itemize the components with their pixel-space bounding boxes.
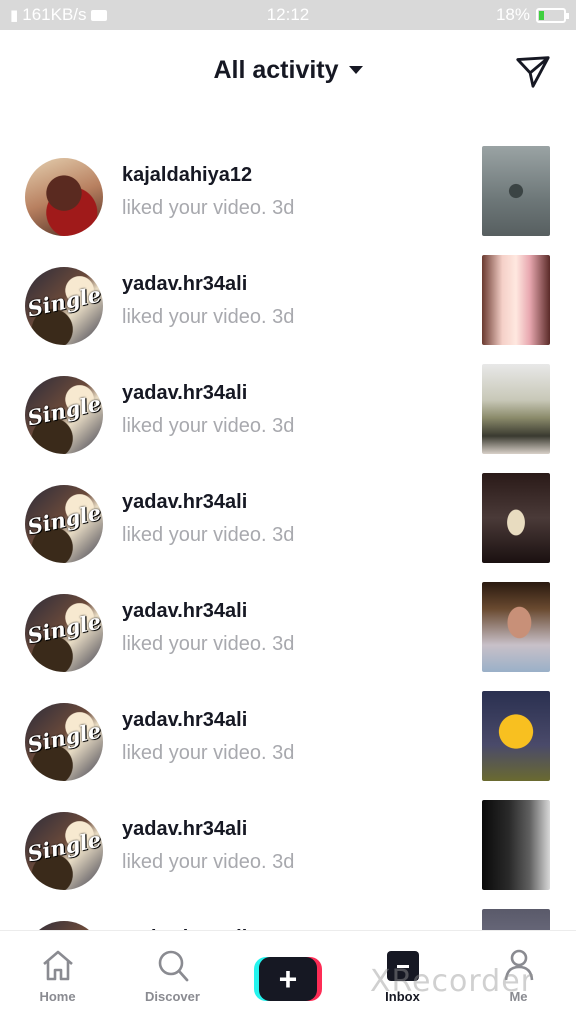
username[interactable]: yadav.hr34ali <box>122 382 247 405</box>
username[interactable]: yadav.hr34ali <box>122 600 247 623</box>
battery-icon <box>536 7 569 23</box>
chevron-down-icon <box>348 66 363 74</box>
video-thumbnail[interactable] <box>482 909 550 930</box>
video-thumbnail[interactable] <box>482 364 550 454</box>
avatar[interactable]: Single <box>25 376 103 454</box>
video-thumbnail[interactable] <box>482 582 550 672</box>
notification-row[interactable] <box>0 110 576 122</box>
inbox-header: All activity <box>0 30 576 110</box>
battery-percent: 18% <box>495 5 530 24</box>
notification-row[interactable]: Single yadav.hr34ali liked your video. 3d <box>0 473 576 582</box>
activity-text: liked your video. 3d <box>122 197 294 220</box>
signal-icon: ▮ <box>10 7 19 24</box>
notification-row[interactable]: Single yadav.hr34ali liked your video. 3d <box>0 800 576 909</box>
recorder-watermark: XRecorder <box>370 964 534 999</box>
activity-text: liked your video. 3d <box>122 851 294 874</box>
activity-action: liked your video. <box>122 524 267 546</box>
video-thumbnail[interactable] <box>482 691 550 781</box>
notification-row[interactable]: kajaldahiya12 liked your video. 3d <box>0 146 576 255</box>
avatar[interactable]: Single <box>25 485 103 563</box>
avatar-text: Single <box>25 608 103 649</box>
create-button[interactable]: + <box>254 957 322 1001</box>
activity-action: liked your video. <box>122 742 267 764</box>
username[interactable]: kajaldahiya12 <box>122 164 252 187</box>
avatar-text: Single <box>25 499 103 540</box>
avatar-text: Single <box>25 717 103 758</box>
activity-age: 3d <box>272 306 295 328</box>
video-thumbnail[interactable] <box>482 473 550 563</box>
network-speed: 161KB/s <box>22 5 87 24</box>
avatar-text: Single <box>25 390 103 431</box>
avatar[interactable]: Single <box>25 921 103 930</box>
activity-list[interactable]: kajaldahiya12 liked your video. 3d Single y… <box>0 110 576 930</box>
activity-age: 3d <box>272 524 295 546</box>
search-icon <box>158 950 188 982</box>
notification-row[interactable]: Singleyadav.hr34ali <box>0 909 576 930</box>
clock: 12:12 <box>266 5 310 24</box>
activity-action: liked your video. <box>122 633 267 655</box>
video-thumbnail[interactable] <box>482 800 550 890</box>
video-thumbnail[interactable] <box>482 146 550 236</box>
home-icon <box>42 950 73 981</box>
direct-message-icon[interactable] <box>514 52 552 90</box>
username[interactable]: yadav.hr34ali <box>122 709 247 732</box>
activity-text: liked your video. 3d <box>122 742 294 765</box>
notification-row[interactable]: Single yadav.hr34ali liked your video. 3d <box>0 582 576 691</box>
avatar[interactable]: Single <box>25 594 103 672</box>
nav-discover[interactable]: Discover <box>115 931 230 1024</box>
activity-action: liked your video. <box>122 851 267 873</box>
notification-row[interactable]: Single yadav.hr34ali liked your video. 3d <box>0 255 576 364</box>
status-bar: ▮ 161KB/s 12:12 18% <box>0 0 576 30</box>
nav-home[interactable]: Home <box>0 931 115 1024</box>
username[interactable]: yadav.hr34ali <box>122 491 247 514</box>
notification-row[interactable]: Single yadav.hr34ali liked your video. 3d <box>0 364 576 473</box>
nav-discover-label: Discover <box>145 989 200 1004</box>
activity-age: 3d <box>272 415 295 437</box>
username[interactable]: yadav.hr34ali <box>122 273 247 296</box>
activity-age: 3d <box>272 633 295 655</box>
avatar[interactable]: Single <box>25 812 103 890</box>
activity-text: liked your video. 3d <box>122 306 294 329</box>
avatar[interactable] <box>25 158 103 236</box>
activity-action: liked your video. <box>122 197 267 219</box>
plus-icon: + <box>259 957 317 1001</box>
activity-age: 3d <box>272 197 295 219</box>
username[interactable]: yadav.hr34ali <box>122 818 247 841</box>
activity-action: liked your video. <box>122 306 267 328</box>
notification-row[interactable]: Single yadav.hr34ali liked your video. 3d <box>0 691 576 800</box>
activity-text: liked your video. 3d <box>122 524 294 547</box>
activity-text: liked your video. 3d <box>122 633 294 656</box>
avatar-text: Single <box>25 826 103 867</box>
activity-action: liked your video. <box>122 415 267 437</box>
activity-filter-dropdown[interactable]: All activity <box>213 55 363 85</box>
nav-home-label: Home <box>39 989 76 1004</box>
avatar-text: Single <box>25 281 103 322</box>
camera-icon <box>90 9 107 21</box>
page-title: All activity <box>213 55 339 84</box>
avatar[interactable]: Single <box>25 703 103 781</box>
activity-text: liked your video. 3d <box>122 415 294 438</box>
activity-age: 3d <box>272 851 295 873</box>
activity-age: 3d <box>272 742 295 764</box>
avatar[interactable]: Single <box>25 267 103 345</box>
video-thumbnail[interactable] <box>482 255 550 345</box>
